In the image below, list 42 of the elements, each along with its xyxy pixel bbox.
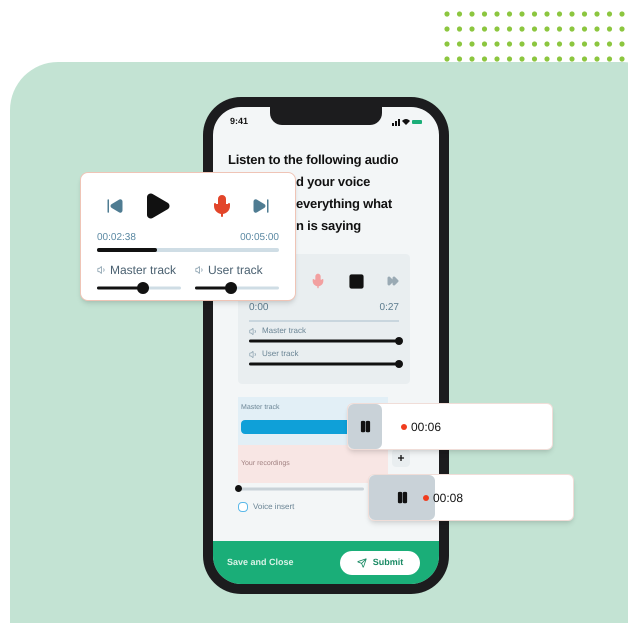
- stop-icon[interactable]: [348, 272, 365, 290]
- question-text: everything what: [296, 195, 392, 213]
- slider-thumb[interactable]: [395, 360, 403, 368]
- volume-slider[interactable]: [238, 485, 364, 492]
- add-button[interactable]: +: [392, 449, 410, 467]
- save-and-close-button[interactable]: Save and Close: [227, 556, 294, 570]
- slider-thumb[interactable]: [137, 282, 150, 294]
- track-label: Master track: [110, 262, 176, 279]
- start-time: 0:00: [249, 301, 268, 315]
- end-time: 0:27: [380, 301, 399, 315]
- recording-time: 00:08: [433, 490, 464, 506]
- progress-bar[interactable]: [97, 248, 279, 252]
- skip-forward-icon[interactable]: [252, 197, 270, 215]
- status-time: 9:41: [230, 115, 248, 128]
- speaker-icon: [249, 350, 258, 358]
- pause-button[interactable]: [348, 404, 382, 449]
- volume-slider[interactable]: [195, 282, 279, 294]
- total-time: 00:05:00: [240, 231, 279, 245]
- question-text: n is saying: [296, 217, 361, 235]
- slider-thumb[interactable]: [234, 485, 242, 492]
- slider-thumb[interactable]: [225, 282, 238, 294]
- speaker-icon: [249, 326, 258, 336]
- recording-time: 00:06: [411, 418, 442, 436]
- track-label: User track: [262, 348, 298, 360]
- voice-insert-checkbox[interactable]: [238, 502, 248, 512]
- track-label: Master track: [262, 325, 306, 337]
- track-label: User track: [208, 262, 263, 279]
- question-text: d your voice: [296, 173, 370, 191]
- volume-slider[interactable]: [97, 282, 181, 294]
- speaker-icon: [97, 265, 107, 275]
- send-icon: [356, 558, 367, 568]
- status-icons: [392, 118, 422, 126]
- pause-icon: [358, 420, 372, 433]
- checkbox-label: Voice insert: [253, 501, 294, 513]
- question-text: Listen to the following audio: [228, 151, 398, 169]
- elapsed-time: 00:02:38: [97, 231, 136, 245]
- slider-thumb[interactable]: [395, 337, 403, 345]
- pause-icon: [396, 491, 408, 504]
- pause-button[interactable]: [369, 475, 435, 520]
- submit-button[interactable]: Submit: [340, 550, 420, 574]
- speaker-icon: [195, 265, 205, 275]
- skip-back-icon[interactable]: [106, 197, 124, 215]
